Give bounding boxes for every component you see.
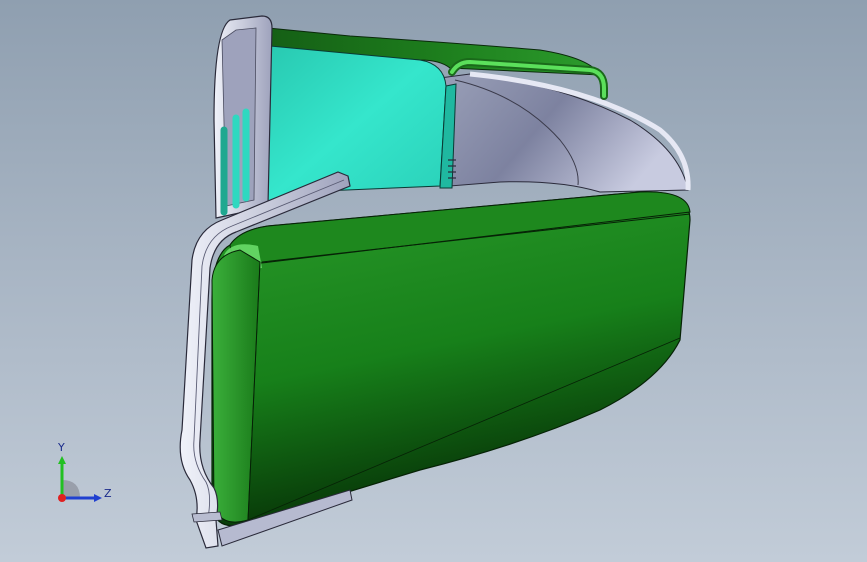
front-frame-joint	[191, 511, 223, 523]
y-axis-arrow	[58, 456, 66, 464]
z-axis-arrow	[94, 494, 102, 502]
3d-model[interactable]	[0, 0, 867, 562]
graphics-viewport[interactable]: Y Z	[0, 0, 867, 562]
x-axis-dot	[58, 494, 66, 502]
y-axis-label: Y	[58, 441, 65, 454]
z-axis-label: Z	[104, 487, 112, 500]
coordinate-triad: Y Z	[46, 438, 126, 518]
inner-cyan-face[interactable]	[261, 45, 447, 206]
